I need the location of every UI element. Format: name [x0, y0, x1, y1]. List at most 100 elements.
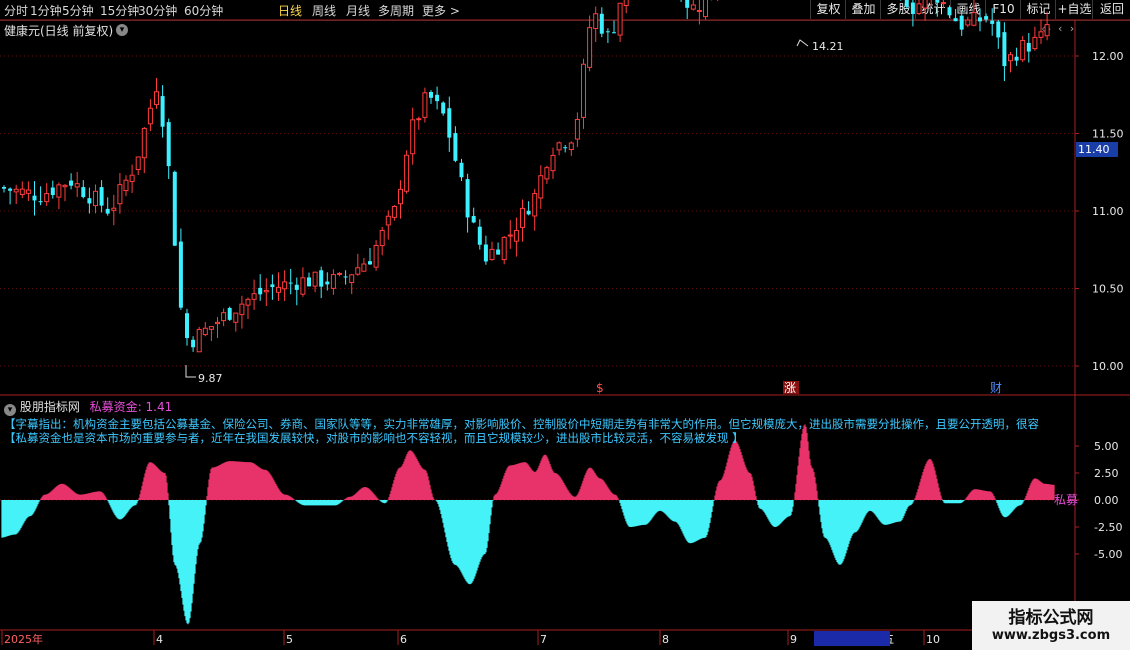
candle-body: [368, 261, 372, 265]
candle-body: [599, 13, 604, 34]
candle-body: [117, 184, 123, 205]
candle-body: [294, 284, 299, 290]
candle-body: [947, 7, 952, 16]
low-annotation: 9.87: [198, 372, 223, 385]
candle-body: [147, 107, 153, 125]
candle-body: [319, 270, 324, 287]
candle-body: [563, 147, 568, 149]
candle-body: [550, 154, 556, 172]
candle-body: [379, 229, 385, 247]
candle-body: [25, 189, 31, 194]
candle-body: [441, 102, 446, 114]
candle-body: [227, 307, 232, 320]
candle-body: [385, 215, 391, 226]
candle-body: [922, 0, 928, 9]
candle-body: [978, 17, 982, 22]
candle-body: [32, 195, 37, 201]
x-axis-label: 4: [156, 633, 163, 646]
candle-body: [99, 187, 104, 206]
indicator-title: ▾ 股朋指标网 私募资金: 1.41: [4, 398, 172, 416]
candle-body: [312, 271, 318, 287]
event-marker: 财: [990, 381, 1002, 395]
candle-body: [587, 27, 593, 68]
indicator-description-2: 【私募资金也是资本市场的重要参与者，近年在我国发展较快，对股市的影响也不容轻视，…: [4, 431, 744, 445]
low-marker: [185, 365, 196, 378]
candle-body: [696, 9, 702, 12]
candle-body: [185, 313, 189, 339]
candle-body: [422, 92, 428, 118]
event-marker: $: [596, 381, 604, 395]
candle-body: [191, 339, 196, 348]
date-cursor-box: [814, 631, 890, 646]
candle-body: [477, 226, 482, 245]
candle-body: [2, 186, 6, 189]
indicator-axis-label: 2.50: [1094, 467, 1119, 480]
price-label: 10.50: [1092, 283, 1124, 296]
candle-body: [398, 188, 403, 205]
event-marker: 涨: [784, 380, 796, 395]
indicator-name: 私募资金: [89, 400, 138, 414]
candle-body: [496, 249, 501, 255]
candle-body: [568, 142, 574, 150]
candle-body: [129, 174, 135, 183]
candle-body: [959, 15, 964, 30]
candle-body: [111, 207, 117, 211]
candle-body: [44, 193, 50, 203]
candle-body: [904, 0, 909, 7]
candle-body: [435, 94, 440, 102]
candle-body: [953, 18, 958, 22]
price-label: 11.00: [1092, 205, 1124, 218]
candle-body: [166, 122, 171, 167]
kline-chart[interactable]: 14.0013.5013.0012.5012.0011.5011.0010.50…: [0, 0, 1130, 650]
candle-body: [69, 180, 74, 186]
candle-body: [361, 263, 367, 272]
candle-body: [202, 327, 208, 336]
candle-body: [1032, 36, 1038, 50]
candle-body: [453, 133, 458, 161]
chevron-down-icon[interactable]: ▾: [4, 404, 16, 416]
candle-body: [489, 248, 495, 260]
price-label: 11.50: [1092, 128, 1124, 141]
candle-body: [81, 187, 86, 198]
candle-body: [556, 142, 562, 151]
candle-body: [141, 127, 147, 159]
candle-body: [971, 12, 977, 26]
candle-body: [996, 21, 1001, 38]
candle-body: [410, 119, 416, 155]
high-annotation: 14.21: [812, 40, 844, 53]
candle-body: [208, 326, 214, 330]
candle-body: [623, 0, 629, 6]
indicator-axis-label: 5.00: [1094, 440, 1119, 453]
x-axis-label: 10: [926, 633, 940, 646]
price-label: 12.00: [1092, 50, 1124, 63]
candle-body: [154, 91, 159, 106]
candle-body: [337, 272, 342, 275]
indicator-source: 股朋指标网: [19, 400, 80, 414]
candle-body: [1044, 24, 1050, 37]
candle-body: [1038, 31, 1044, 38]
candle-body: [62, 184, 68, 188]
candle-body: [245, 298, 251, 306]
candle-body: [581, 63, 586, 118]
candle-body: [465, 179, 470, 218]
candle-body: [1008, 54, 1013, 62]
candle-body: [1014, 56, 1019, 61]
candle-body: [233, 312, 239, 323]
candle-body: [276, 286, 281, 293]
candle-body: [544, 167, 550, 180]
candle-body: [8, 188, 13, 191]
indicator-right-label: 私募: [1054, 493, 1078, 507]
candle-body: [215, 321, 220, 325]
candle-body: [343, 276, 348, 278]
candle-body: [373, 244, 379, 268]
candle-body: [50, 187, 55, 196]
candle-body: [429, 92, 433, 98]
candle-body: [1020, 39, 1026, 61]
watermark-url: www.zbgs3.com: [991, 628, 1111, 643]
candle-body: [447, 108, 452, 138]
candle-body: [123, 179, 129, 192]
candle-body: [940, 2, 946, 5]
price-label: 10.00: [1092, 360, 1124, 373]
candle-body: [263, 289, 269, 293]
candle-body: [605, 31, 610, 33]
